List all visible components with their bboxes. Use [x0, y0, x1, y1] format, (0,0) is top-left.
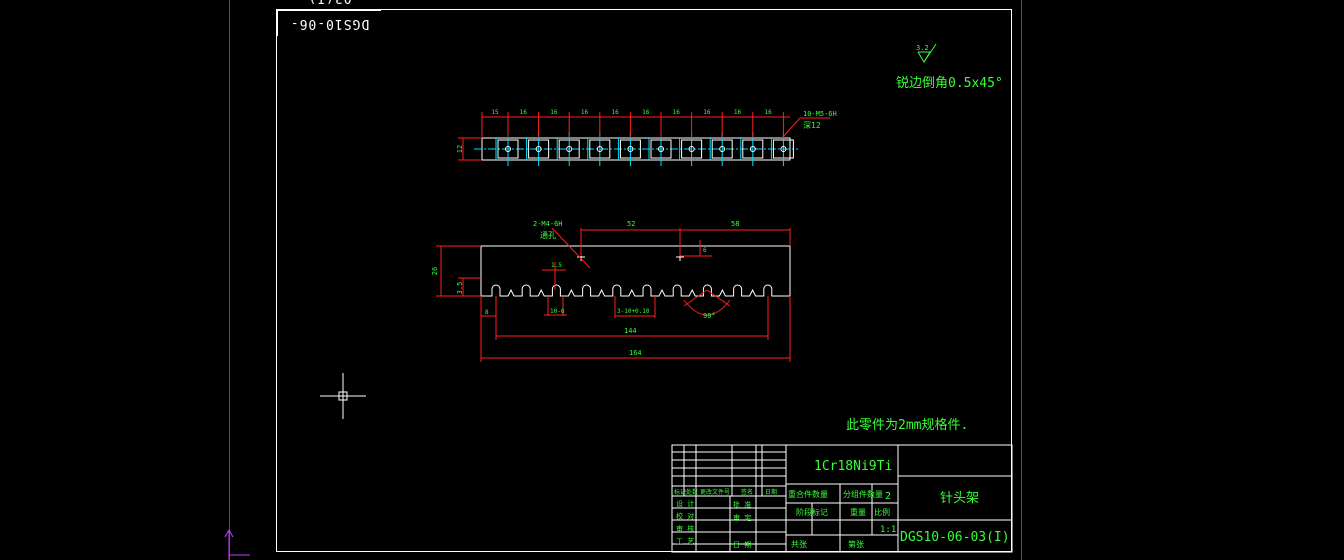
dim-144: 144 [624, 327, 637, 335]
design-role-label: 工 艺 [676, 538, 694, 546]
tapped-hole [648, 112, 672, 166]
dim-height-26: 26 [431, 267, 439, 275]
pitch-dim-label: 16 [734, 109, 742, 116]
pitch-dim-label: 16 [520, 109, 528, 116]
cad-drawing-canvas[interactable]: 12 10-M5-6H 深12 15 16 16 16 16 16 16 16 16 16 52 … [0, 0, 1344, 560]
approval-label: 日 期 [733, 541, 751, 549]
dim-8: 8 [485, 309, 489, 316]
tapped-hole [679, 112, 703, 166]
revision-header-label: 标记处数 [674, 488, 698, 496]
pitch-dim-label: 16 [764, 109, 772, 116]
part-number: DGS10-06-03(I) [900, 530, 1010, 545]
dim-slot-width: 3-10+0.10 [617, 308, 650, 315]
info-label: 分组件数量 [843, 489, 883, 499]
dim-1-5: 1.5 [551, 262, 562, 269]
approval-label: 审 定 [733, 513, 751, 522]
top-view: 12 10-M5-6H 深12 15 16 16 16 16 16 16 16 16 16 [456, 109, 837, 166]
dim-52: 52 [627, 220, 635, 228]
material-spec: 1Cr18Ni9Ti [814, 459, 892, 474]
crosshair-cursor-icon[interactable] [320, 373, 366, 419]
dim-small: 6 [703, 247, 707, 254]
pitch-dim-label: 16 [550, 109, 558, 116]
tapped-hole [587, 112, 611, 166]
part-name: 针头架 [940, 491, 979, 506]
approval-label: 批 准 [733, 500, 751, 509]
front-view: 52 58 6 2-M4-6H 通孔 26 3.5 1.5 10-6 3-10+… [431, 220, 791, 362]
revision-header-label: 日期 [765, 488, 777, 496]
tapped-hole [740, 112, 764, 166]
tapped-hole [495, 112, 519, 166]
scale-value: 1:1 [880, 525, 896, 535]
pitch-dim-label: 16 [611, 109, 619, 116]
info-label: 第张 [848, 539, 864, 549]
info-label: 阶段标记 [796, 507, 828, 517]
tapped-hole [709, 112, 733, 166]
info-label: 共张 [791, 540, 807, 549]
design-role-label: 校 对 [676, 512, 694, 521]
pitch-dim-label: 16 [642, 109, 650, 116]
revision-header-label: 更改文件号 [700, 488, 730, 496]
info-label: 比例 [874, 507, 890, 517]
dim-164: 164 [629, 349, 642, 357]
design-role-label: 设 计 [676, 499, 694, 508]
thread-depth: 深12 [803, 121, 821, 130]
thread-callout: 10-M5-6H [803, 110, 837, 118]
dim-3-5: 3.5 [456, 282, 464, 295]
design-role-label: 审 核 [676, 524, 694, 533]
tapped-hole [526, 112, 550, 166]
tapped-hole [617, 112, 641, 166]
pitch-dim-label: 16 [581, 109, 589, 116]
revision-header-label: 签名 [741, 488, 753, 496]
info-label: 重合件数量 [788, 489, 828, 499]
info-label: 重量 [850, 507, 866, 517]
roughness-symbol-icon [917, 43, 937, 63]
top-height-dim: 12 [456, 145, 464, 153]
hole-type: 通孔 [540, 230, 556, 240]
hole-callout: 2-M4-6H [533, 220, 563, 228]
ucs-axis-icon [224, 528, 250, 560]
dim-58: 58 [731, 220, 739, 228]
tapped-hole [556, 112, 580, 166]
pitch-dim-label: 16 [703, 109, 711, 116]
quantity-value: 2 [885, 491, 891, 502]
dim-angle: 90° [703, 312, 716, 320]
dim-slot: 10-6 [550, 308, 565, 315]
pitch-dim-label: 16 [673, 109, 681, 116]
pitch-dim-label: 15 [491, 109, 499, 116]
